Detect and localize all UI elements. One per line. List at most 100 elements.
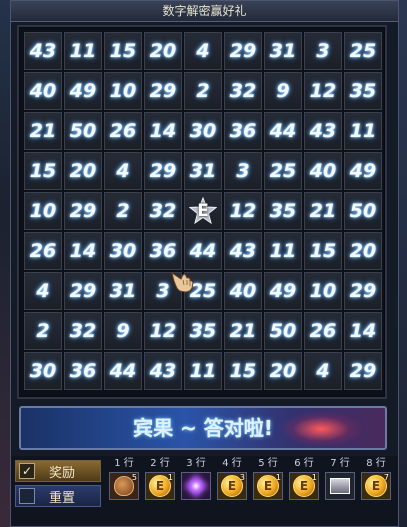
reward-slot[interactable]: E1 [145,472,175,500]
grid-cell[interactable]: 36 [224,112,262,150]
grid-cell[interactable]: 20 [64,152,102,190]
grid-cell[interactable]: 43 [24,32,62,70]
reset-button[interactable]: 重置 [15,485,101,507]
grid-cell[interactable]: 20 [144,32,182,70]
grid-cell[interactable]: 30 [104,232,142,270]
grid-cell[interactable]: 11 [64,32,102,70]
grid-cell[interactable]: 4 [304,352,342,390]
grid-cell[interactable]: 35 [344,72,382,110]
answer-banner-text: 宾果 ~ 答对啦! [133,416,273,440]
grid-cell[interactable]: 29 [144,72,182,110]
grid-cell[interactable]: 15 [104,32,142,70]
star-letter: E [197,201,209,221]
grid-cell[interactable]: 12 [304,72,342,110]
grid-cell[interactable]: 15 [304,232,342,270]
grid-cell[interactable]: 21 [304,192,342,230]
grid-cell[interactable]: 29 [64,272,102,310]
grid-cell[interactable]: 20 [344,232,382,270]
grid-cell[interactable]: 4 [184,32,222,70]
number-grid-frame: 43 11 15 20 4 29 31 3 25 40 49 10 29 2 32 9 12 35 21 50 26 14… [17,25,387,399]
grid-cell[interactable]: 35 [264,192,302,230]
grid-cell[interactable]: 11 [184,352,222,390]
grid-cell[interactable]: 50 [264,312,302,350]
grid-cell[interactable]: 26 [304,312,342,350]
grid-cell[interactable]: 43 [224,232,262,270]
reward-checkbox[interactable]: ✓ [19,463,35,479]
grid-cell[interactable]: 12 [224,192,262,230]
grid-cell[interactable]: 44 [104,352,142,390]
grid-cell[interactable]: 21 [24,112,62,150]
grid-cell[interactable]: 29 [64,192,102,230]
grid-cell[interactable]: 36 [144,232,182,270]
grid-cell[interactable]: 14 [144,112,182,150]
grid-cell[interactable]: 9 [104,312,142,350]
grid-cell[interactable]: 25 [264,152,302,190]
reset-checkbox[interactable] [19,488,35,504]
grid-cell[interactable]: 10 [24,192,62,230]
grid-cell[interactable]: 26 [24,232,62,270]
grid-cell[interactable]: 43 [144,352,182,390]
grid-cell[interactable]: 2 [104,192,142,230]
grid-cell[interactable]: 40 [24,72,62,110]
grid-cell[interactable]: 25 [344,32,382,70]
grid-cell[interactable]: 40 [224,272,262,310]
reward-column: 1 行5 [107,458,141,518]
grid-cell[interactable]: 26 [104,112,142,150]
grid-cell[interactable]: 14 [344,312,382,350]
grid-cell[interactable]: 15 [24,152,62,190]
reward-slot[interactable]: E7 [361,472,391,500]
grid-cell[interactable]: 31 [184,152,222,190]
grid-cell[interactable]: 36 [64,352,102,390]
grid-cell[interactable]: 49 [344,152,382,190]
grid-cell[interactable]: 32 [64,312,102,350]
grid-cell[interactable]: 15 [224,352,262,390]
grid-cell[interactable]: 29 [144,152,182,190]
grid-cell[interactable]: 2 [24,312,62,350]
grid-cell[interactable]: 21 [224,312,262,350]
grid-cell[interactable]: 49 [264,272,302,310]
reward-column: 3 行 [179,458,213,518]
grid-cell[interactable]: 30 [184,112,222,150]
grid-cell[interactable]: 44 [184,232,222,270]
window-title[interactable]: 数字解密赢好礼 [11,1,398,22]
grid-cell[interactable]: 32 [144,192,182,230]
grid-cell[interactable]: 30 [24,352,62,390]
grid-cell[interactable]: 14 [64,232,102,270]
grid-cell[interactable]: 50 [344,192,382,230]
grid-cell[interactable]: 4 [104,152,142,190]
grid-cell[interactable]: 44 [264,112,302,150]
reward-button[interactable]: ✓ 奖励 [15,460,101,482]
grid-cell[interactable]: 40 [304,152,342,190]
grid-cell[interactable]: 11 [264,232,302,270]
reward-label: 奖励 [49,465,76,481]
grid-cell[interactable]: 43 [304,112,342,150]
grid-cell[interactable]: 12 [144,312,182,350]
reward-slot[interactable]: E1 [253,472,283,500]
grid-cell[interactable]: 4 [24,272,62,310]
grid-cell[interactable]: 29 [344,272,382,310]
reward-slot[interactable]: E1 [289,472,319,500]
grid-cell[interactable]: 32 [224,72,262,110]
grid-cell[interactable]: 10 [104,72,142,110]
grid-cell[interactable]: 9 [264,72,302,110]
grid-cell[interactable]: 50 [64,112,102,150]
grid-cell[interactable]: 31 [264,32,302,70]
reward-slot[interactable]: 5 [109,472,139,500]
grid-cell[interactable]: 20 [264,352,302,390]
reward-slot[interactable] [325,472,355,500]
grid-cell[interactable]: 31 [104,272,142,310]
reward-column: 6 行 E1 [287,458,321,518]
grid-cell[interactable]: 29 [224,32,262,70]
background-scene-right [399,0,407,527]
star-cell[interactable]: E [184,192,222,230]
reward-slot[interactable] [181,472,211,500]
grid-cell[interactable]: 49 [64,72,102,110]
grid-cell[interactable]: 2 [184,72,222,110]
grid-cell[interactable]: 11 [344,112,382,150]
grid-cell[interactable]: 3 [304,32,342,70]
grid-cell[interactable]: 10 [304,272,342,310]
grid-cell[interactable]: 35 [184,312,222,350]
grid-cell[interactable]: 29 [344,352,382,390]
grid-cell[interactable]: 3 [224,152,262,190]
reward-slot[interactable]: E3 [217,472,247,500]
